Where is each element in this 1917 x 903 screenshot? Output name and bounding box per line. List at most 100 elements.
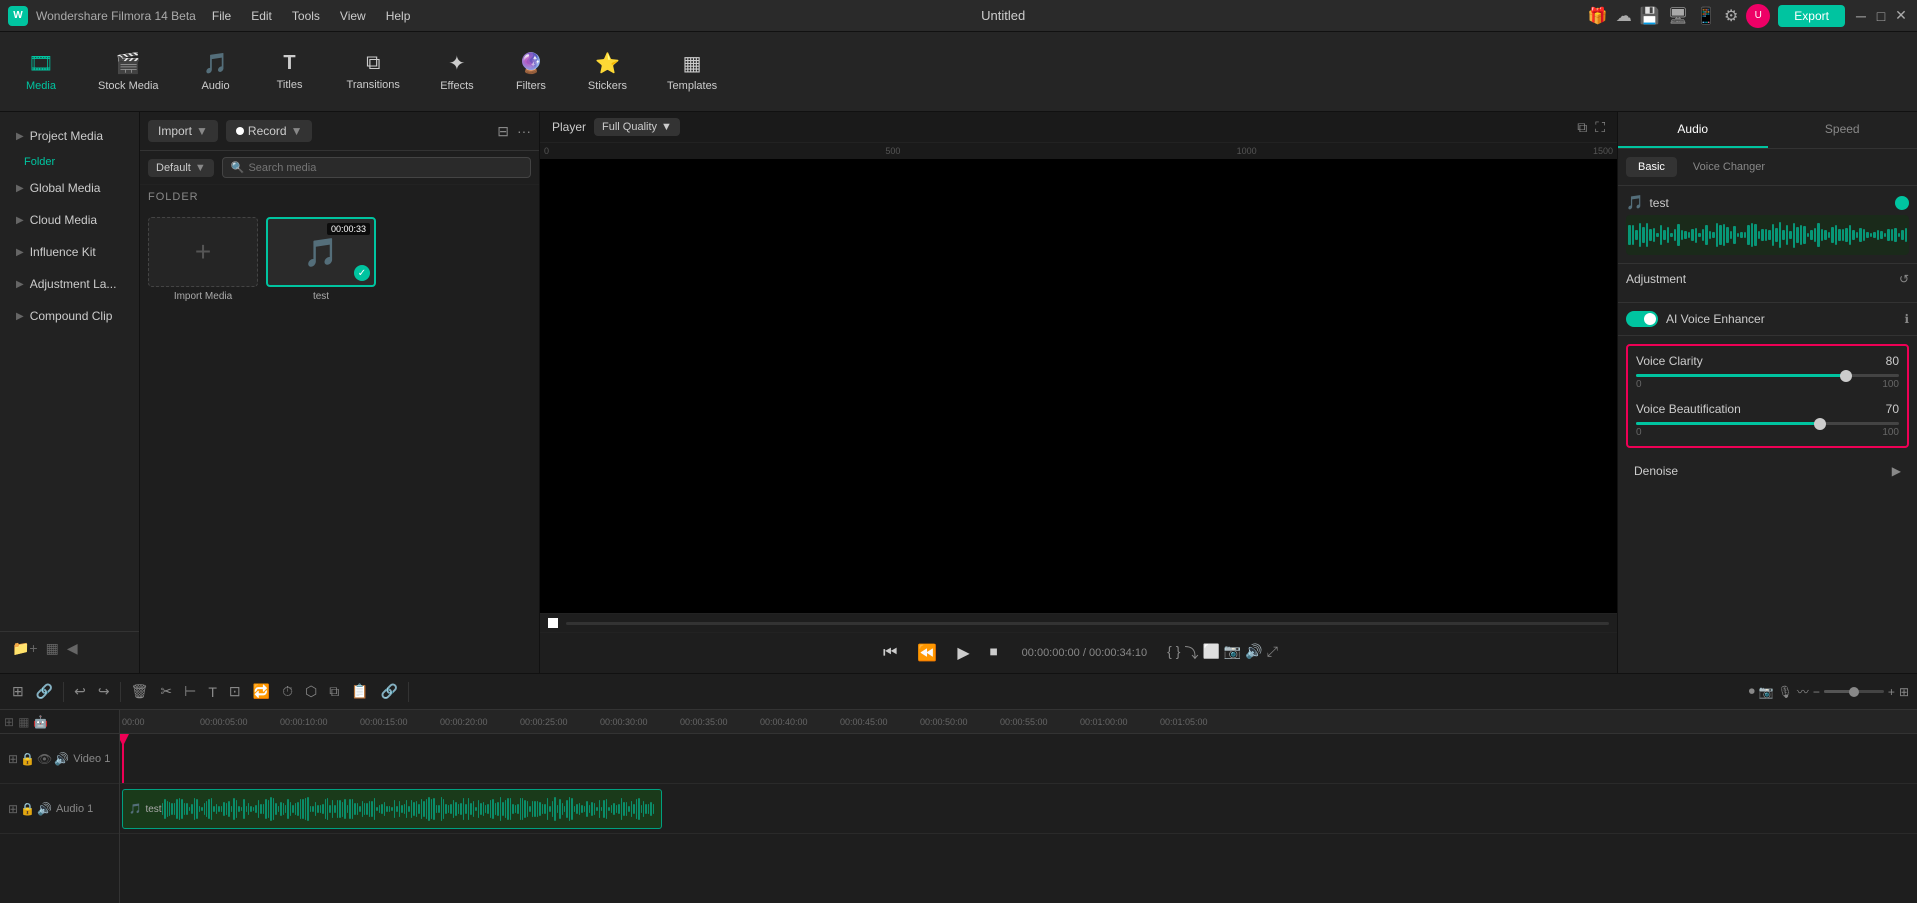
collapse-icon[interactable]: ◀ <box>67 640 78 657</box>
audio-clip[interactable]: 🎵 test <box>122 789 662 829</box>
subtab-basic[interactable]: Basic <box>1626 157 1677 177</box>
toolbar-item-effects[interactable]: ✦ Effects <box>432 47 482 96</box>
ai-enhancer-toggle[interactable] <box>1626 311 1658 327</box>
sidebar-folder[interactable]: Folder <box>0 152 139 172</box>
toolbar-item-titles[interactable]: T Titles <box>265 48 315 95</box>
video-track-lock-icon[interactable]: 🔒 <box>20 752 35 766</box>
video-track-audio-icon[interactable]: 🔊 <box>54 752 69 766</box>
link2-button[interactable]: 🔗 <box>377 681 402 702</box>
text-button[interactable]: T <box>204 682 221 702</box>
sidebar-item-project-media[interactable]: ▶ Project Media <box>4 121 135 151</box>
insert-icon[interactable]: ⤵ <box>1184 643 1198 663</box>
mask-button[interactable]: ⬡ <box>301 681 321 702</box>
menu-tools[interactable]: Tools <box>284 7 328 25</box>
save-icon[interactable]: 💾 <box>1640 6 1660 26</box>
audio-tl-icon[interactable]: 🎙 <box>1778 685 1793 699</box>
grid-view-icon[interactable]: ⊞ <box>1899 685 1909 699</box>
audio-track-volume-icon[interactable]: 🔊 <box>37 802 52 816</box>
paste-button[interactable]: 📋 <box>347 681 372 702</box>
crop-button[interactable]: ⊡ <box>225 681 245 702</box>
audio-track-lock-icon[interactable]: 🔒 <box>20 802 35 816</box>
mark-in-icon[interactable]: { <box>1167 643 1172 663</box>
import-thumb[interactable]: + <box>148 217 258 287</box>
search-input[interactable] <box>248 162 522 174</box>
sidebar-item-compound-clip[interactable]: ▶ Compound Clip <box>4 301 135 331</box>
audio-toggle[interactable] <box>1895 196 1909 210</box>
video-track-settings-icon[interactable]: ⊞ <box>8 752 18 766</box>
toolbar-item-filters[interactable]: 🔮 Filters <box>506 47 556 96</box>
maximize-button[interactable]: □ <box>1873 8 1889 24</box>
audio-thumb-selected[interactable]: 00:00:33 🎵 ✓ <box>266 217 376 287</box>
user-avatar[interactable]: U <box>1746 4 1770 28</box>
loop-button[interactable]: 🔁 <box>249 681 274 702</box>
split-button[interactable]: ⊢ <box>180 681 200 702</box>
denoise-header[interactable]: Denoise ▶ <box>1634 464 1901 478</box>
sidebar-item-global-media[interactable]: ▶ Global Media <box>4 173 135 203</box>
sidebar-item-influence-kit[interactable]: ▶ Influence Kit <box>4 237 135 267</box>
voice-clarity-thumb[interactable] <box>1840 370 1852 382</box>
voice-clarity-slider[interactable] <box>1636 374 1899 377</box>
phone-icon[interactable]: 📱 <box>1696 6 1716 26</box>
aspect-ratio-icon[interactable]: ⬜ <box>1202 643 1219 663</box>
zoom-track[interactable] <box>1824 690 1884 693</box>
toolbar-item-stickers[interactable]: ⭐ Stickers <box>580 47 635 96</box>
voice-beautification-thumb[interactable] <box>1814 418 1826 430</box>
menu-view[interactable]: View <box>332 7 374 25</box>
toolbar-item-stock-media[interactable]: 🎬 Stock Media <box>90 47 167 96</box>
timer-button[interactable]: ⏱ <box>278 681 297 702</box>
tab-speed[interactable]: Speed <box>1768 112 1917 148</box>
quality-select[interactable]: Full Quality ▼ <box>594 118 680 136</box>
default-sort-button[interactable]: Default ▼ <box>148 159 214 177</box>
progress-track[interactable] <box>566 622 1609 625</box>
audio-meter-icon[interactable]: 🔊 <box>1245 643 1262 663</box>
gift-icon[interactable]: 🎁 <box>1588 6 1608 26</box>
export-button[interactable]: Export <box>1778 5 1845 27</box>
settings-icon[interactable]: ⚙ <box>1724 6 1738 26</box>
rewind-button[interactable]: ⏮ <box>879 642 901 664</box>
more-icon[interactable]: ··· <box>517 123 531 140</box>
audio-track-settings-icon[interactable]: ⊞ <box>8 802 18 816</box>
minimize-button[interactable]: ─ <box>1853 8 1869 24</box>
wave-tl-icon[interactable]: 〰 <box>1797 683 1809 700</box>
video-track-eye-icon[interactable]: 👁 <box>37 752 52 766</box>
record-button[interactable]: Record ▼ <box>226 120 313 142</box>
camera-tl-icon[interactable]: 📷 <box>1759 685 1774 699</box>
plus-zoom-icon[interactable]: + <box>1888 685 1895 699</box>
screen-icon[interactable]: 🖥 <box>1668 6 1688 26</box>
stop-button[interactable]: ⏹ <box>986 642 1002 664</box>
menu-help[interactable]: Help <box>378 7 419 25</box>
close-button[interactable]: ✕ <box>1893 8 1909 24</box>
toolbar-item-media[interactable]: 🎞 Media <box>16 47 66 96</box>
toolbar-item-audio[interactable]: 🎵 Audio <box>191 47 241 96</box>
menu-edit[interactable]: Edit <box>243 7 280 25</box>
media-item-import[interactable]: + Import Media <box>148 217 258 302</box>
undo-button[interactable]: ↩ <box>70 681 90 702</box>
sidebar-item-cloud-media[interactable]: ▶ Cloud Media <box>4 205 135 235</box>
cloud-icon[interactable]: ☁ <box>1616 6 1632 26</box>
copy-button[interactable]: ⧉ <box>325 681 343 702</box>
cut-button[interactable]: ✂ <box>156 681 176 702</box>
import-button[interactable]: Import ▼ <box>148 120 218 142</box>
folder-add-icon[interactable]: 📁+ <box>12 640 38 657</box>
add-track-icon[interactable]: ⊞ <box>4 715 14 729</box>
link-button[interactable]: 🔗 <box>32 681 57 702</box>
snapshot-icon[interactable]: 📷 <box>1224 643 1241 663</box>
sidebar-item-adjustment-la[interactable]: ▶ Adjustment La... <box>4 269 135 299</box>
multi-track-icon[interactable]: ▦ <box>18 715 29 729</box>
delete-button[interactable]: 🗑 <box>127 681 153 702</box>
snap-button[interactable]: ⊞ <box>8 681 28 702</box>
toolbar-item-transitions[interactable]: ⧉ Transitions <box>339 48 408 95</box>
zoom-icon[interactable]: ⤢ <box>1267 643 1278 663</box>
fullscreen-icon[interactable]: ⛶ <box>1595 119 1605 136</box>
progress-thumb[interactable] <box>548 618 558 628</box>
ai-track-icon[interactable]: 🤖 <box>33 715 48 729</box>
mark-out-icon[interactable]: } <box>1176 643 1181 663</box>
toolbar-item-templates[interactable]: ▦ Templates <box>659 47 725 96</box>
media-item-test[interactable]: 00:00:33 🎵 ✓ test <box>266 217 376 302</box>
grid-icon[interactable]: ▦ <box>46 640 59 657</box>
minus-icon[interactable]: − <box>1813 685 1820 699</box>
record-tl-icon[interactable]: ⏺ <box>1749 684 1755 699</box>
tab-audio[interactable]: Audio <box>1618 112 1768 148</box>
redo-button[interactable]: ↪ <box>94 681 114 702</box>
zoom-thumb[interactable] <box>1849 687 1859 697</box>
